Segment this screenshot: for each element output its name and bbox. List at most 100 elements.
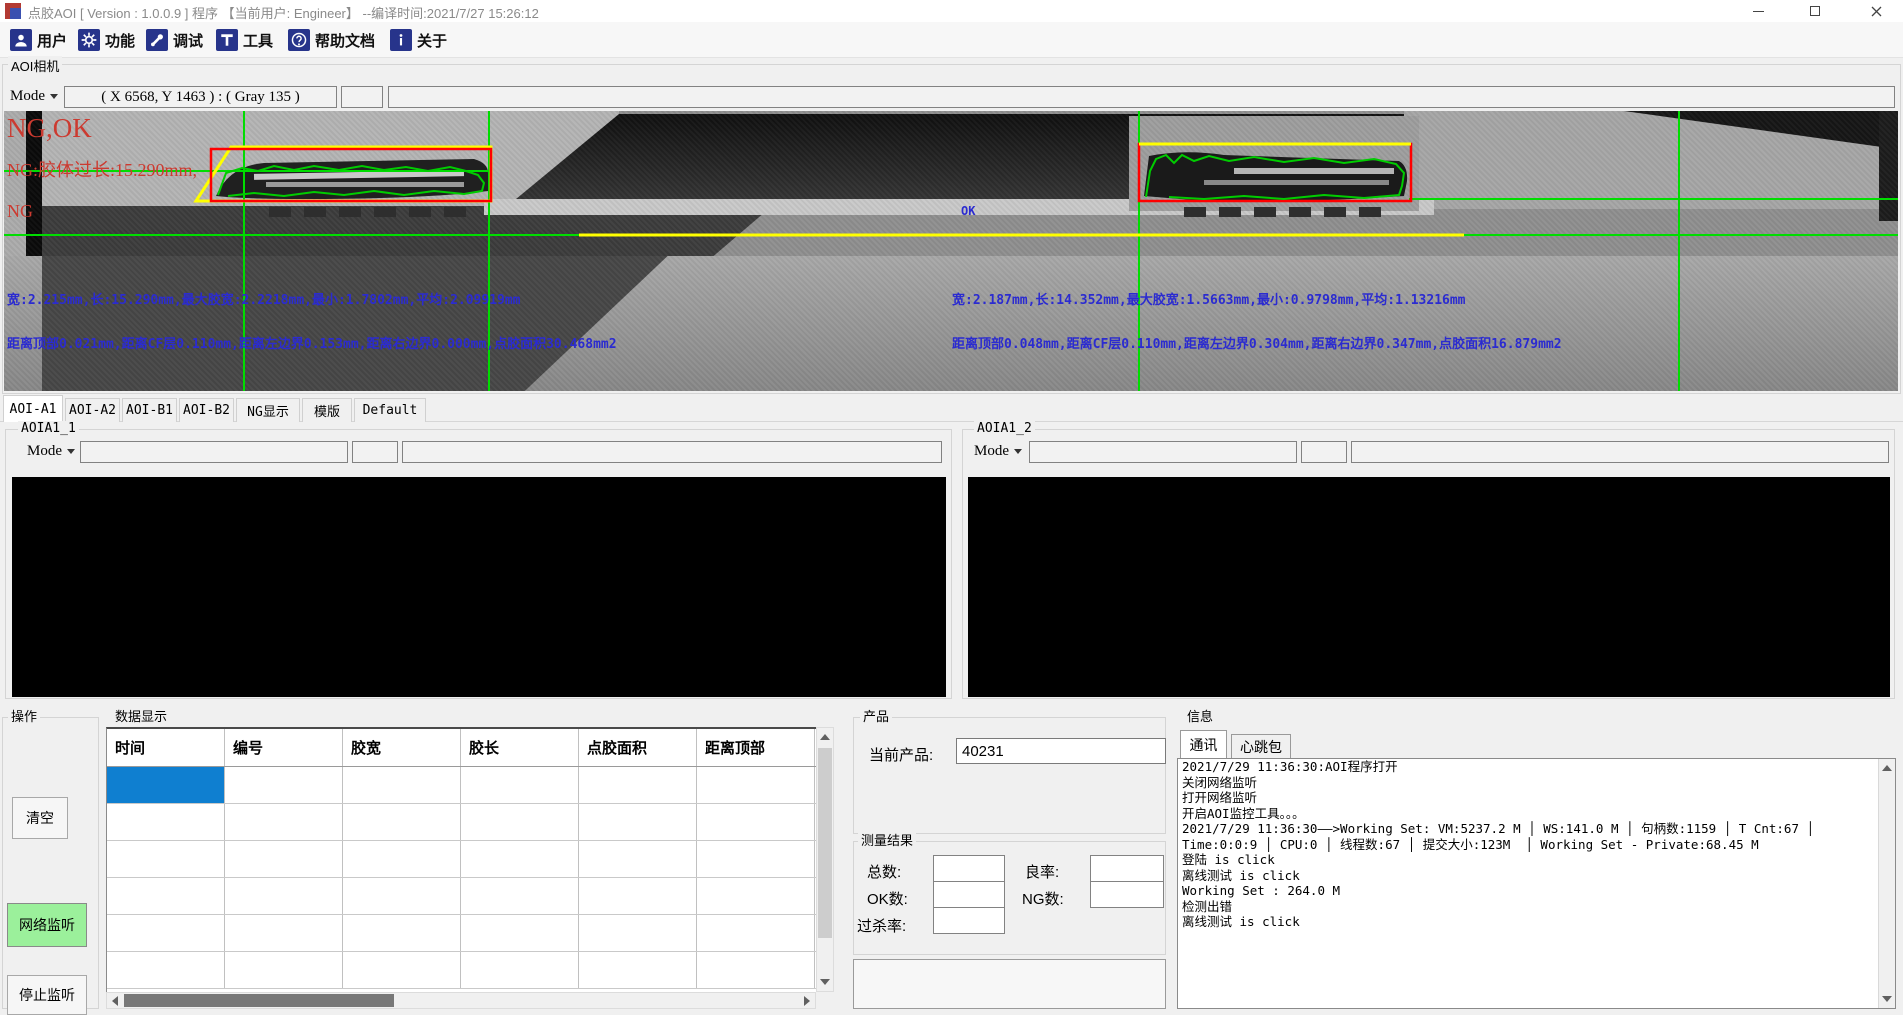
column-header[interactable]: 点胶面积 bbox=[579, 729, 697, 766]
log-line: 离线测试 is click bbox=[1178, 914, 1895, 930]
overlay-left-measure-1: 宽:2.215mm,长:15.290mm,最大胶宽:2.2218mm,最小:1.… bbox=[7, 289, 521, 308]
table-row[interactable] bbox=[107, 878, 816, 915]
ng-count-label: NG数: bbox=[1022, 888, 1064, 909]
panel-left-mode-label: Mode bbox=[27, 443, 62, 460]
product-note-box bbox=[853, 959, 1166, 1009]
toolbar-button-tools[interactable]: 工具 bbox=[212, 26, 277, 54]
maximize-button[interactable] bbox=[1792, 0, 1838, 22]
log-output[interactable]: 2021/7/29 11:36:30:AOI程序打开 关闭网络监听 打开网络监听… bbox=[1177, 758, 1896, 1009]
scroll-up-icon[interactable] bbox=[820, 734, 830, 740]
overlay-ng-label: NG bbox=[7, 201, 33, 222]
overlay-right-measure-2: 距离顶部0.048mm,距离CF层0.110mm,距离左边界0.304mm,距离… bbox=[952, 333, 1562, 352]
tab-aoi-b2[interactable]: AOI-B2 bbox=[179, 398, 234, 422]
minimize-button[interactable] bbox=[1735, 0, 1781, 22]
scrollbar-thumb[interactable] bbox=[124, 994, 394, 1007]
scroll-down-icon[interactable] bbox=[1882, 996, 1892, 1002]
table-header-row: 时间 编号 胶宽 胶长 点胶面积 距离顶部 bbox=[107, 729, 816, 767]
panel-right-field-1 bbox=[1029, 441, 1297, 463]
toolbar-button-function[interactable]: 功能 bbox=[74, 26, 139, 54]
tool-icon bbox=[216, 29, 238, 51]
toolbar-button-user[interactable]: 用户 bbox=[6, 26, 71, 54]
stop-listen-button[interactable]: 停止监听 bbox=[7, 975, 87, 1015]
log-line: 关闭网络监听 bbox=[1178, 775, 1895, 791]
current-product-input[interactable] bbox=[956, 738, 1166, 764]
operations-group-label: 操作 bbox=[8, 706, 40, 725]
column-header[interactable]: 胶宽 bbox=[343, 729, 461, 766]
log-line: 检测出错 bbox=[1178, 899, 1895, 915]
product-group-box bbox=[853, 717, 1166, 834]
table-horizontal-scrollbar[interactable] bbox=[106, 992, 816, 1009]
tab-template[interactable]: 模版 bbox=[302, 398, 352, 422]
close-button[interactable] bbox=[1853, 0, 1899, 22]
log-vertical-scrollbar[interactable] bbox=[1878, 759, 1895, 1008]
toolbar-label: 关于 bbox=[417, 30, 447, 51]
table-vertical-scrollbar[interactable] bbox=[816, 727, 834, 992]
overlay-ng-reason: NG:胶体过长:15.290mm, bbox=[7, 156, 197, 182]
camera-image-view[interactable]: NG,OK NG:胶体过长:15.290mm, NG OK 宽:2.215mm,… bbox=[4, 111, 1898, 391]
toolbar-label: 工具 bbox=[243, 30, 273, 51]
column-header[interactable]: 时间 bbox=[107, 729, 225, 766]
panel-left-field-2 bbox=[352, 441, 398, 463]
scroll-up-icon[interactable] bbox=[1882, 765, 1892, 771]
app-icon bbox=[5, 3, 21, 19]
operations-group-box bbox=[2, 717, 99, 1009]
overlay-status-text: NG,OK bbox=[7, 113, 92, 144]
scroll-left-icon[interactable] bbox=[112, 996, 118, 1006]
tab-aoi-b1[interactable]: AOI-B1 bbox=[122, 398, 177, 422]
overlay-right-measure-1: 宽:2.187mm,长:14.352mm,最大胶宽:1.5663mm,最小:0.… bbox=[952, 289, 1466, 308]
table-row[interactable] bbox=[107, 915, 816, 952]
column-header[interactable]: 距离顶部 bbox=[697, 729, 815, 766]
network-listen-button[interactable]: 网络监听 bbox=[7, 903, 87, 947]
chevron-down-icon bbox=[67, 449, 75, 454]
selected-cell[interactable] bbox=[107, 767, 225, 803]
tab-heartbeat[interactable]: 心跳包 bbox=[1231, 734, 1291, 758]
tab-default[interactable]: Default bbox=[354, 398, 426, 422]
panel-left-field-1 bbox=[80, 441, 348, 463]
data-table[interactable]: 时间 编号 胶宽 胶长 点胶面积 距离顶部 bbox=[106, 727, 816, 992]
close-icon bbox=[1871, 6, 1882, 17]
scrollbar-thumb[interactable] bbox=[818, 748, 832, 938]
log-line: 2021/7/29 11:36:30:AOI程序打开 bbox=[1178, 759, 1895, 775]
toolbar-label: 帮助文档 bbox=[315, 30, 375, 51]
tab-aoi-a1[interactable]: AOI-A1 bbox=[3, 395, 63, 422]
log-line: 离线测试 is click bbox=[1178, 868, 1895, 884]
title-bar: 点胶AOI [ Version : 1.0.0.9 ] 程序 【当前用户: En… bbox=[0, 0, 1903, 22]
ng-count-field bbox=[1090, 881, 1164, 908]
product-group-label: 产品 bbox=[860, 706, 892, 725]
column-header[interactable]: 胶长 bbox=[461, 729, 579, 766]
panel-right-image-view[interactable] bbox=[968, 477, 1890, 697]
tab-comm[interactable]: 通讯 bbox=[1180, 730, 1227, 758]
total-value-field bbox=[933, 855, 1005, 882]
camera-mode-dropdown[interactable]: Mode bbox=[8, 85, 60, 107]
toolbar-button-about[interactable]: 关于 bbox=[386, 26, 451, 54]
log-line: 登陆 is click bbox=[1178, 852, 1895, 868]
wrench-icon bbox=[146, 29, 168, 51]
log-line: Time:0:0:9 │ CPU:0 │ 线程数:67 │ 提交大小:123M … bbox=[1178, 837, 1895, 853]
panel-left-mode-dropdown[interactable]: Mode bbox=[25, 440, 77, 462]
main-toolbar: 用户 功能 调试 工具 帮助文档 关于 bbox=[0, 22, 1903, 58]
panel-right-field-2 bbox=[1301, 441, 1347, 463]
clear-button[interactable]: 清空 bbox=[12, 797, 68, 839]
yield-label: 良率: bbox=[1025, 861, 1059, 882]
toolbar-button-debug[interactable]: 调试 bbox=[142, 26, 207, 54]
total-label: 总数: bbox=[867, 861, 901, 882]
yield-value-field bbox=[1090, 855, 1164, 882]
panel-left-image-view[interactable] bbox=[12, 477, 946, 697]
table-row[interactable] bbox=[107, 804, 816, 841]
scroll-down-icon[interactable] bbox=[820, 979, 830, 985]
camera-group-label: AOI相机 bbox=[8, 56, 62, 75]
table-row[interactable] bbox=[107, 767, 816, 804]
toolbar-button-help[interactable]: 帮助文档 bbox=[284, 26, 379, 54]
toolbar-label: 调试 bbox=[173, 30, 203, 51]
panel-right-mode-dropdown[interactable]: Mode bbox=[972, 440, 1024, 462]
panel-right-group-label: AOIA1_2 bbox=[974, 421, 1035, 436]
tab-ng-display[interactable]: NG显示 bbox=[236, 398, 300, 422]
tab-aoi-a2[interactable]: AOI-A2 bbox=[65, 398, 120, 422]
scroll-right-icon[interactable] bbox=[804, 996, 810, 1006]
column-header[interactable]: 编号 bbox=[225, 729, 343, 766]
table-row[interactable] bbox=[107, 952, 816, 989]
table-row[interactable] bbox=[107, 841, 816, 878]
panel-left-group-label: AOIA1_1 bbox=[18, 421, 79, 436]
chevron-down-icon bbox=[50, 94, 58, 99]
overkill-field bbox=[933, 907, 1005, 934]
